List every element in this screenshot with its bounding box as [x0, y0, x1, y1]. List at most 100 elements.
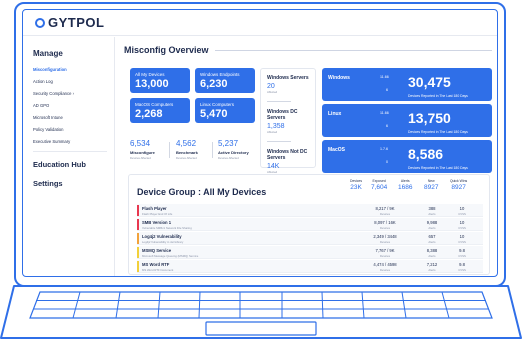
item-devices: 7,767 / 9K	[375, 247, 395, 253]
top-bar: GYTPOL	[23, 10, 497, 36]
dg-stat-label: Devices	[350, 179, 363, 183]
tile-macos-computers[interactable]: MacOS Computers 2,268	[130, 98, 190, 123]
item-alerts-label: Alerts	[428, 239, 436, 244]
item-devices: 8,097 / 16K	[374, 219, 396, 225]
dg-stat-label: Alerts	[400, 179, 410, 183]
metric-value: 5,237	[218, 139, 239, 148]
os-card-macos[interactable]: MacOS 1.7.6 0 1/2/2023 Today 8,586 Devic…	[322, 140, 492, 177]
sidebar-manage-heading: Manage	[33, 49, 63, 58]
item-cvss: 10	[459, 219, 465, 225]
metric-active-directory[interactable]: 5,237 Active Directory Devices Affected	[218, 139, 249, 160]
os-name: Windows	[328, 75, 350, 81]
metric-divider	[212, 142, 213, 158]
list-item[interactable]: MSMQ Service Microsoft Message Queuing (…	[137, 246, 483, 259]
os-note: Devices Reported in The Last 180 Days	[408, 166, 468, 170]
sidebar-item-microsoft-intune[interactable]: Microsoft Intune	[33, 115, 114, 120]
item-devices-label: Devices	[380, 211, 390, 216]
severity-bar	[137, 247, 139, 258]
dg-stat-new: New 8927	[424, 179, 438, 191]
sidebar-item-security-compliance[interactable]: Security Compliance ›	[33, 91, 114, 96]
tile-label: Windows Endpoints	[200, 72, 240, 77]
os-count: 8,586	[408, 146, 444, 162]
list-item[interactable]: Log4j2 Vulnerability Log4j2 Vulnerabilit…	[137, 232, 483, 245]
metric-misconfigure[interactable]: 6,534 Misconfigure Devices Affected	[130, 139, 155, 160]
server-title: Windows DC Servers	[267, 109, 298, 121]
laptop-mockup: GYTPOL Manage Misconfiguration Action Lo…	[0, 0, 522, 340]
title-divider	[214, 49, 492, 51]
server-windows-dc[interactable]: Windows DC Servers 1,358 Affected	[267, 109, 309, 134]
server-title: Windows Not DC Servers	[267, 149, 308, 161]
misconfig-list: Flash Player Flash Player End Of Life 8,…	[137, 204, 483, 274]
tile-label: MacOS Computers	[135, 102, 174, 107]
dg-stat-value: 7,604	[371, 184, 388, 191]
sidebar-item-misconfiguration[interactable]: Misconfiguration	[33, 67, 114, 72]
item-desc: Vulnerable SMBv1 Network File Sharing	[142, 225, 192, 230]
list-item[interactable]: SMB Version 1 Vulnerable SMBv1 Network F…	[137, 218, 483, 231]
brand-logo[interactable]: GYTPOL	[35, 15, 104, 30]
sidebar-item-policy-validation[interactable]: Policy Validation	[33, 127, 114, 132]
item-name: SMB Version 1	[142, 219, 172, 225]
tile-all-devices[interactable]: All My Devices 13,000	[130, 68, 190, 93]
sidebar-divider	[33, 151, 107, 152]
item-cvss: 9.8	[459, 261, 465, 267]
severity-bar	[137, 205, 139, 216]
item-alerts: 657	[428, 233, 436, 239]
metric-label: Benchmark	[176, 150, 198, 155]
sidebar-item-settings[interactable]: Settings	[33, 179, 114, 188]
os-card-windows[interactable]: Windows 11.66 6 1/2/2023 Today 30,475 De…	[322, 68, 492, 105]
item-devices-label: Devices	[380, 253, 390, 258]
server-value: 20	[267, 83, 275, 90]
item-devices-label: Devices	[380, 239, 390, 244]
list-item[interactable]: Flash Player Flash Player End Of Life 8,…	[137, 204, 483, 217]
item-cvss-label: CVSS	[458, 225, 466, 230]
tile-linux-computers[interactable]: Linux Computers 5,470	[195, 98, 255, 123]
dg-stat-label: New	[427, 179, 435, 183]
item-alerts-label: Alerts	[428, 211, 436, 216]
dg-stat-label: Quick Wins	[450, 179, 468, 183]
item-alerts-label: Alerts	[428, 253, 436, 258]
tile-value: 6,230	[200, 78, 228, 90]
metric-label: Misconfigure	[130, 150, 155, 155]
sidebar-item-ad-gpo[interactable]: AD GPO	[33, 103, 114, 108]
item-alerts: 388	[428, 205, 436, 211]
item-alerts: 7,212	[426, 261, 438, 267]
os-mid-value: 6	[386, 124, 388, 128]
server-sub: Affected	[267, 90, 278, 94]
metric-benchmark[interactable]: 4,562 Benchmark Devices Affected	[176, 139, 198, 160]
os-name: MacOS	[328, 147, 345, 153]
os-card-linux[interactable]: Linux 11.66 6 1/2/2023 Today 13,750 Devi…	[322, 104, 492, 141]
metric-sub: Devices Affected	[176, 156, 197, 160]
item-cvss: 10	[459, 233, 465, 239]
os-note: Devices Reported in The Last 180 Days	[408, 94, 468, 98]
os-version: 11.66	[380, 75, 389, 79]
sidebar-item-executive-summary[interactable]: Executive Summary	[33, 139, 114, 144]
item-alerts: 8,388	[426, 247, 438, 253]
severity-bar	[137, 261, 139, 272]
server-windows[interactable]: Windows Servers 20 Affected	[267, 75, 309, 94]
dg-stat-alerts: Alerts 1686	[398, 179, 412, 191]
dg-stat-value: 8927	[451, 184, 466, 191]
item-devices: 4,474 / 4598	[373, 261, 397, 267]
os-count: 30,475	[408, 74, 451, 90]
tile-value: 13,000	[135, 78, 169, 90]
metric-value: 6,534	[130, 139, 151, 148]
device-group-title: Device Group : All My Devices	[137, 187, 267, 197]
app-screen: GYTPOL Manage Misconfiguration Action Lo…	[22, 9, 498, 277]
item-name: MSMQ Service	[142, 247, 172, 253]
dg-stat-quick-wins: Quick Wins 8927	[450, 179, 467, 191]
item-alerts-label: Alerts	[428, 267, 436, 272]
tile-label: Linux Computers	[200, 102, 235, 107]
list-item[interactable]: MS Word RTF MS Word RTF Document 4,474 /…	[137, 260, 483, 273]
tile-value: 2,268	[135, 108, 163, 120]
sidebar-item-education-hub[interactable]: Education Hub	[33, 160, 114, 169]
metric-divider	[169, 142, 170, 158]
server-windows-not-dc[interactable]: Windows Not DC Servers 14K Affected	[267, 149, 309, 174]
tile-windows-endpoints[interactable]: Windows Endpoints 6,230	[195, 68, 255, 93]
logo-text: GYTPOL	[48, 15, 105, 30]
sidebar-item-action-log[interactable]: Action Log	[33, 79, 114, 84]
severity-bar	[137, 233, 139, 244]
metric-sub: Devices Affected	[130, 156, 151, 160]
os-note: Devices Reported in The Last 180 Days	[408, 130, 468, 134]
os-count: 13,750	[408, 110, 451, 126]
dg-stat-exposed: Exposed 7,604	[371, 179, 387, 191]
